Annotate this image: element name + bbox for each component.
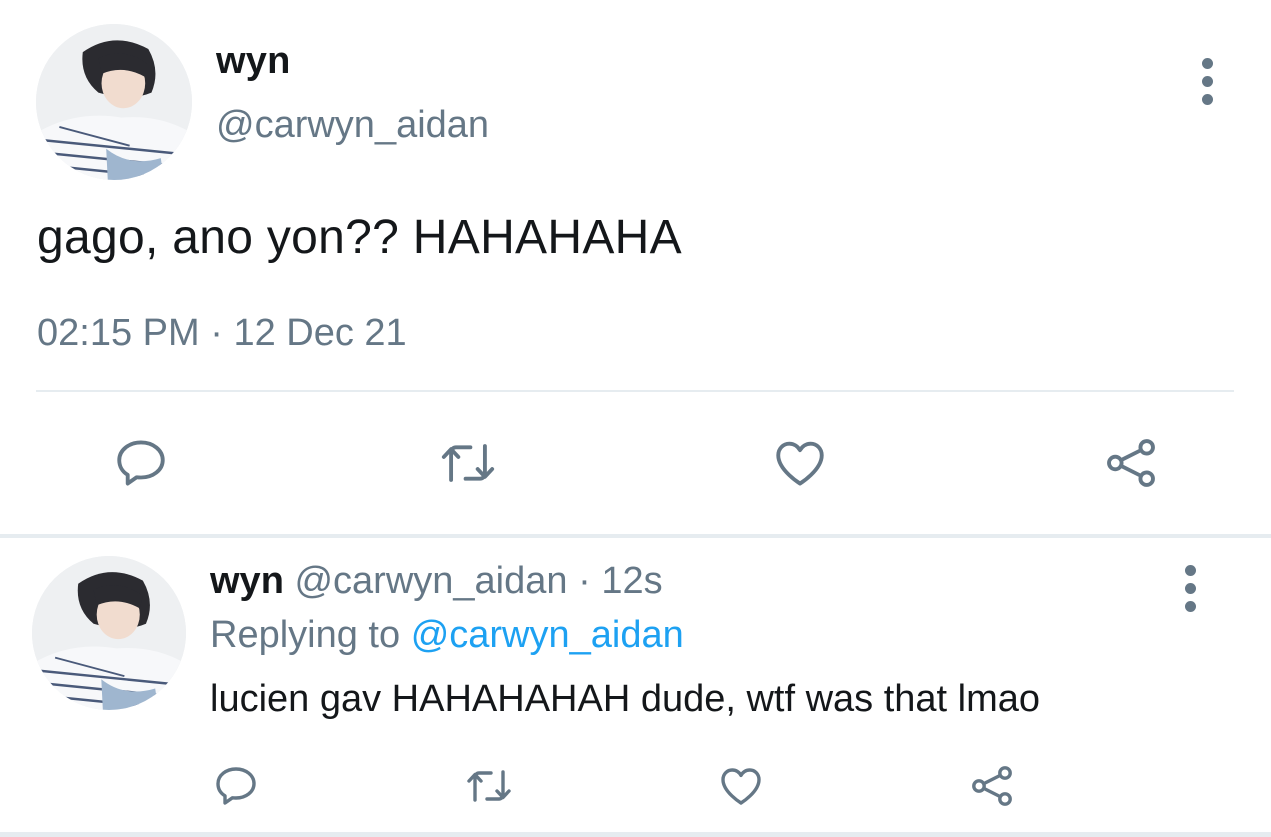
avatar[interactable] [32,556,186,710]
meta-separator: · [210,312,223,354]
display-name[interactable]: wyn [210,560,284,602]
avatar-image [36,24,192,180]
avatar-image [32,556,186,710]
like-icon[interactable] [716,762,766,810]
tweet-text: gago, ano yon?? HAHAHAHA [37,211,682,264]
tweet-age[interactable]: 12s [601,560,662,602]
replying-to-link[interactable]: @carwyn_aidan [411,614,684,656]
user-handle[interactable]: @carwyn_aidan [294,560,567,602]
reply-icon[interactable] [112,434,170,492]
retweet-icon[interactable] [462,762,516,810]
more-options-icon[interactable] [1183,565,1197,612]
tweet-text: lucien gav HAHAHAHAH dude, wtf was that … [210,678,1041,720]
meta-separator: · [578,560,591,602]
reply-header: wyn @carwyn_aidan · 12s [210,560,663,603]
avatar[interactable] [36,24,192,180]
retweet-icon[interactable] [436,434,500,492]
display-name[interactable]: wyn [216,40,291,83]
tweet-date: 12 Dec 21 [233,312,407,354]
section-divider [0,832,1271,837]
share-icon[interactable] [966,762,1018,810]
replying-to-label: Replying to [210,614,401,656]
reply-icon[interactable] [212,762,260,810]
section-divider [0,534,1271,538]
replying-to: Replying to @carwyn_aidan [210,614,684,657]
main-tweet: wyn @carwyn_aidan gago, ano yon?? HAHAHA… [0,0,1271,536]
user-handle[interactable]: @carwyn_aidan [216,104,489,147]
tweet-time: 02:15 PM [37,312,200,354]
more-options-icon[interactable] [1200,58,1214,105]
divider [36,390,1234,392]
tweet-timestamp[interactable]: 02:15 PM · 12 Dec 21 [37,312,407,355]
share-icon[interactable] [1100,434,1162,492]
like-icon[interactable] [770,434,830,492]
